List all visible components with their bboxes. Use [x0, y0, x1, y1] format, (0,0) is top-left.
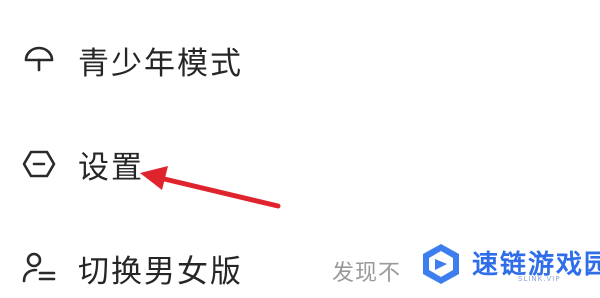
menu-item-label: 设置 — [78, 149, 144, 186]
menu-item-settings[interactable]: 设置 — [0, 134, 600, 194]
watermark: 速链游戏园 SLINK.VIP — [418, 236, 600, 292]
umbrella-icon — [22, 43, 56, 77]
menu-item-hint: 发现不 — [332, 261, 402, 286]
watermark-logo-icon — [423, 244, 459, 284]
menu-item-youth-mode[interactable]: 青少年模式 — [0, 30, 600, 90]
watermark-domain: SLINK.VIP — [518, 275, 561, 283]
menu-item-label: 青少年模式 — [78, 45, 243, 82]
switch-gender-icon — [22, 251, 56, 285]
settings-hexagon-icon — [22, 147, 56, 181]
menu-item-label: 切换男女版 — [78, 253, 243, 290]
